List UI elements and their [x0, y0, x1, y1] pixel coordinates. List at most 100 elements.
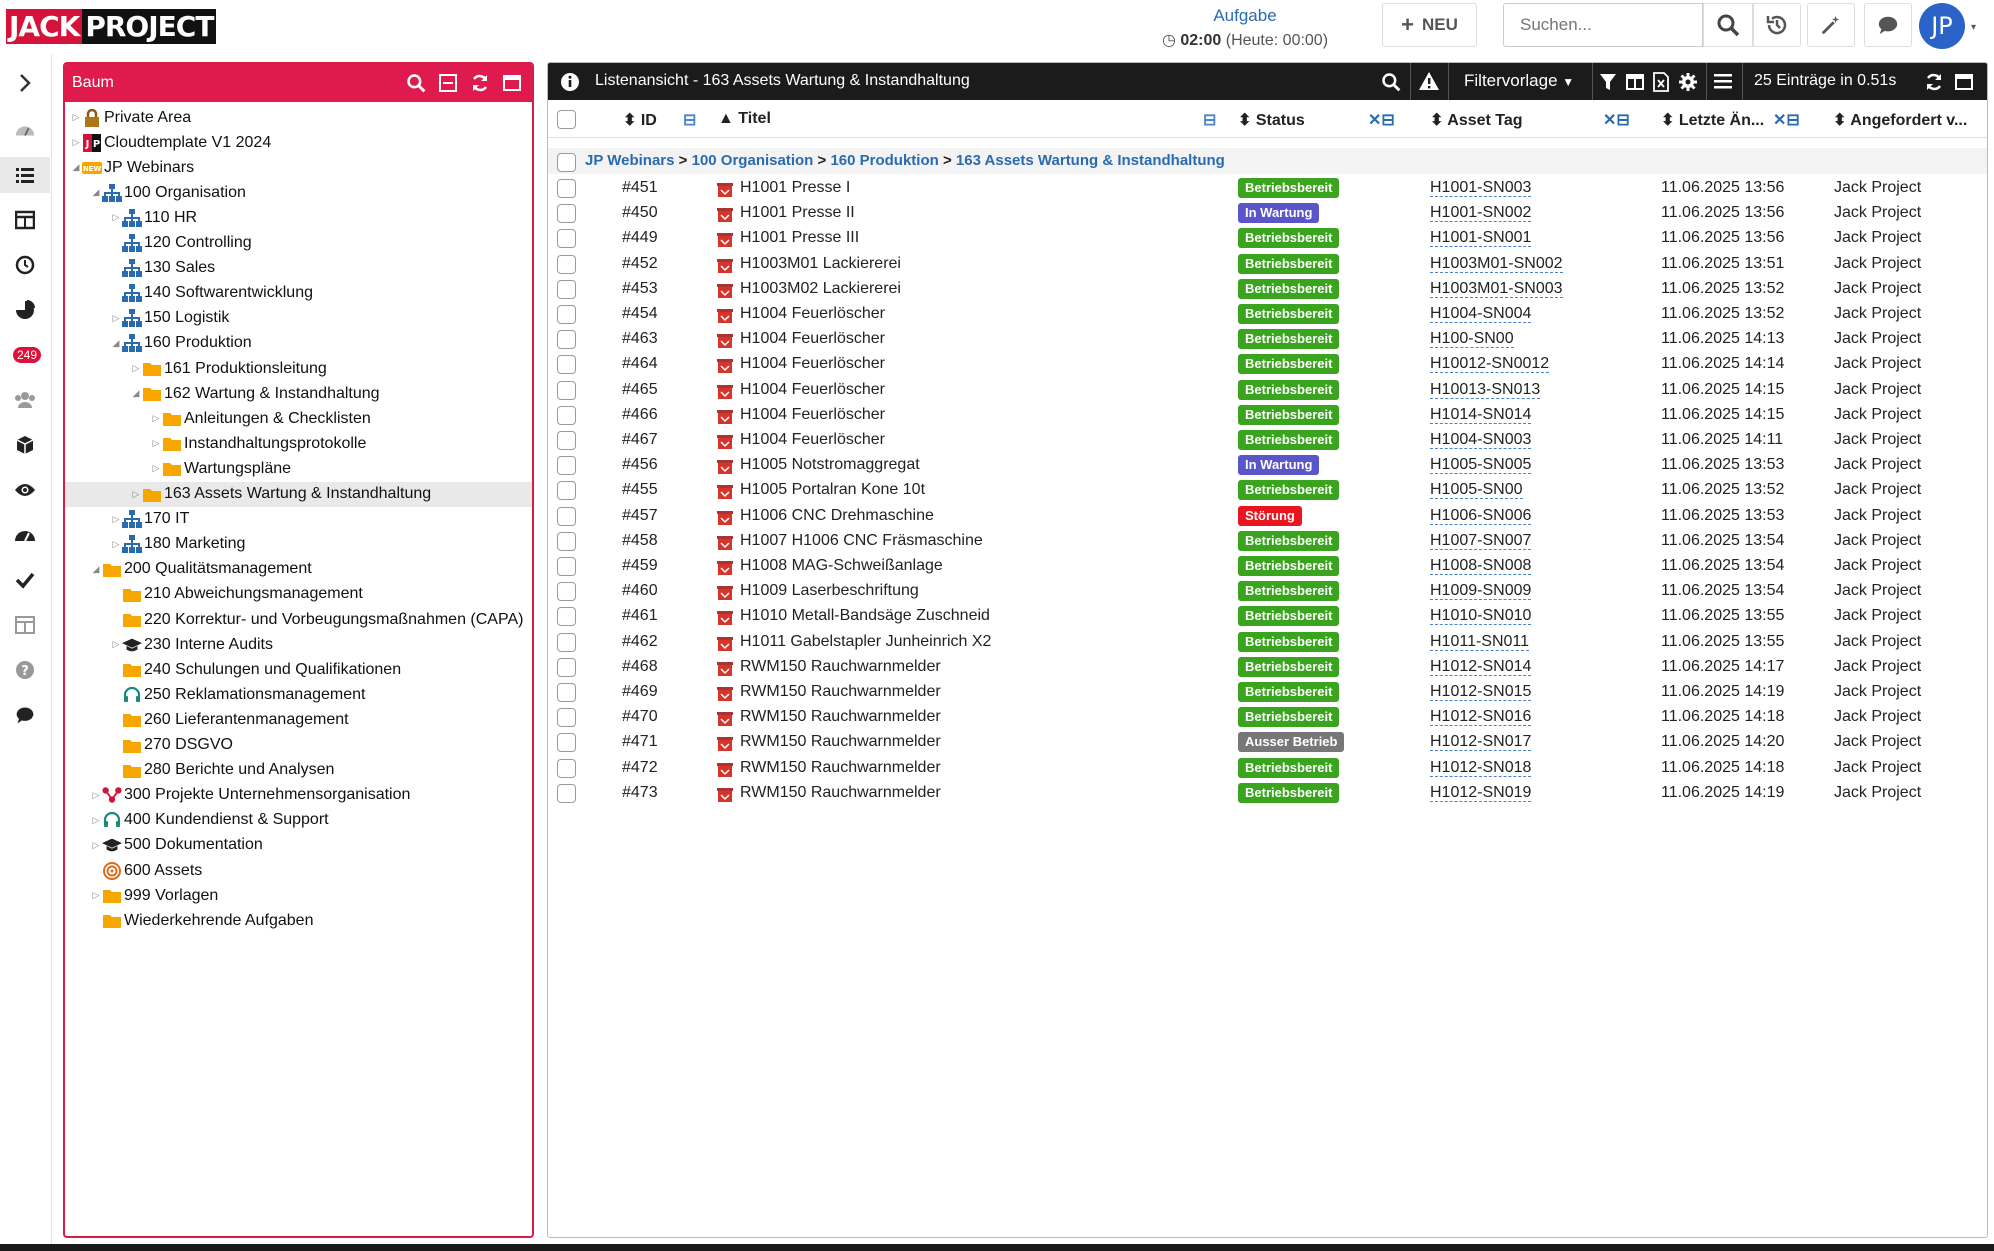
row-checkbox[interactable] [557, 305, 576, 324]
cell-title[interactable]: H1005 Notstromaggregat [740, 456, 920, 474]
sidebar-item-time[interactable] [0, 247, 50, 283]
tree-node[interactable]: 220 Korrektur- und Vorbeugungsmaßnahmen … [65, 607, 532, 632]
cell-asset-tag[interactable]: H1014-SN014 [1430, 406, 1532, 424]
cell-asset-tag[interactable]: H1012-SN015 [1430, 683, 1532, 701]
cell-title[interactable]: H1010 Metall-Bandsäge Zuschneid [740, 607, 990, 625]
row-checkbox[interactable] [557, 582, 576, 602]
status-badge[interactable]: Betriebsbereit [1238, 304, 1340, 324]
tree-node[interactable]: ▷ 400 Kundendienst & Support [65, 808, 532, 833]
status-badge[interactable]: Betriebsbereit [1238, 404, 1340, 425]
cell-asset-tag[interactable]: H10012-SN0012 [1430, 355, 1550, 374]
tree-node[interactable]: ▷ Wartungspläne [65, 456, 532, 481]
row-checkbox[interactable] [557, 758, 576, 778]
task-label[interactable]: Aufgabe [1150, 6, 1340, 26]
column-tools-status[interactable]: ✕⊟ [1368, 110, 1395, 130]
tree-toggle-icon[interactable]: ▷ [110, 514, 122, 525]
column-last-changed[interactable]: ⬍ Letzte Än... [1661, 110, 1764, 130]
sidebar-item-list[interactable] [0, 157, 50, 193]
tree-toggle-icon[interactable]: ◢ [130, 388, 142, 399]
tree-toggle-icon[interactable]: ▷ [90, 840, 102, 851]
row-checkbox[interactable] [557, 632, 576, 652]
cell-asset-tag[interactable]: H1011-SN011 [1430, 633, 1530, 651]
window-icon[interactable] [502, 73, 522, 93]
tree-toggle-icon[interactable]: ▷ [70, 137, 82, 148]
table-row[interactable]: #472 RWM150 Rauchwarnmelder Betriebsbereit… [548, 756, 1987, 781]
cell-title[interactable]: RWM150 Rauchwarnmelder [740, 708, 941, 726]
search-icon[interactable] [406, 73, 426, 93]
cell-asset-tag[interactable]: H1004-SN004 [1430, 305, 1532, 323]
search-button[interactable] [1703, 3, 1753, 47]
menu-icon[interactable] [1714, 73, 1732, 89]
cell-asset-tag[interactable]: H1012-SN017 [1430, 733, 1532, 752]
refresh-icon[interactable] [1924, 72, 1944, 92]
table-row[interactable]: #459 H1008 MAG-Schweißanlage Betriebsberei… [548, 554, 1987, 579]
status-badge[interactable]: In Wartung [1238, 203, 1320, 224]
tree-node[interactable]: ▷ 161 Produktionsleitung [65, 356, 532, 381]
cell-asset-tag[interactable]: H1008-SN008 [1430, 557, 1532, 575]
row-checkbox[interactable] [557, 229, 576, 249]
row-checkbox[interactable] [557, 330, 576, 350]
cell-title[interactable]: H1008 MAG-Schweißanlage [740, 557, 943, 575]
row-checkbox[interactable] [557, 204, 576, 224]
group-checkbox[interactable] [557, 153, 576, 172]
sidebar-item-chat[interactable] [0, 697, 50, 733]
magic-wand-button[interactable] [1807, 3, 1855, 47]
cell-asset-tag[interactable]: H1001-SN001 [1430, 229, 1532, 248]
sidebar-item-dashboard[interactable] [0, 112, 50, 148]
table-row[interactable]: #471 RWM150 Rauchwarnmelder Ausser Betrieb… [548, 730, 1987, 755]
tree-node[interactable]: ▷ Private Area [65, 105, 532, 130]
tree-node[interactable]: 280 Berichte und Analysen [65, 758, 532, 783]
column-tools-changed[interactable]: ✕⊟ [1773, 110, 1800, 130]
tree-node[interactable]: ▷ 163 Assets Wartung & Instandhaltung [65, 481, 532, 507]
tree-toggle-icon[interactable]: ▷ [130, 489, 142, 500]
status-badge[interactable]: Betriebsbereit [1238, 631, 1340, 652]
row-checkbox[interactable] [557, 557, 576, 576]
collapse-all-icon[interactable] [438, 73, 458, 93]
task-timer[interactable]: Aufgabe ◷ 02:00 (Heute: 00:00) [1150, 6, 1340, 50]
cell-asset-tag[interactable]: H1012-SN019 [1430, 784, 1532, 802]
tree-node[interactable]: ◢ NEW JP Webinars [65, 155, 532, 180]
status-badge[interactable]: Betriebsbereit [1238, 329, 1340, 350]
tree-toggle-icon[interactable]: ▷ [150, 463, 162, 474]
chat-button[interactable] [1864, 3, 1912, 47]
cell-title[interactable]: H1004 Feuerlöscher [740, 355, 885, 373]
status-badge[interactable]: Betriebsbereit [1238, 379, 1340, 400]
cell-title[interactable]: H1003M01 Lackiererei [740, 255, 901, 273]
gear-icon[interactable] [1678, 72, 1698, 92]
excel-icon[interactable] [1653, 72, 1669, 92]
tree-toggle-icon[interactable]: ▷ [90, 890, 102, 901]
table-row[interactable]: #460 H1009 Laserbeschriftung Betriebsberei… [548, 579, 1987, 604]
cell-asset-tag[interactable]: H1003M01-SN003 [1430, 280, 1563, 298]
tree-node[interactable]: 260 Lieferantenmanagement [65, 707, 532, 732]
sidebar-item-watch[interactable] [0, 472, 50, 508]
breadcrumb-item[interactable]: 160 Produktion [830, 152, 938, 169]
cell-title[interactable]: RWM150 Rauchwarnmelder [740, 759, 941, 777]
row-checkbox[interactable] [557, 380, 576, 400]
cell-title[interactable]: H1004 Feuerlöscher [740, 305, 885, 323]
cell-title[interactable]: H1001 Presse III [740, 229, 859, 247]
tree-node[interactable]: 140 Softwarentwicklung [65, 281, 532, 306]
table-row[interactable]: #473 RWM150 Rauchwarnmelder Betriebsbereit… [548, 781, 1987, 806]
cell-title[interactable]: RWM150 Rauchwarnmelder [740, 683, 941, 701]
tree-node[interactable]: Wiederkehrende Aufgaben [65, 908, 532, 933]
row-checkbox[interactable] [557, 431, 576, 450]
status-badge[interactable]: Betriebsbereit [1238, 581, 1340, 602]
search-input[interactable] [1503, 3, 1703, 47]
row-checkbox[interactable] [557, 456, 576, 476]
tree-toggle-icon[interactable]: ▷ [110, 212, 122, 223]
row-checkbox[interactable] [557, 179, 576, 198]
breadcrumb-item[interactable]: 100 Organisation [692, 152, 814, 169]
warning-icon[interactable] [1418, 71, 1440, 91]
tree-toggle-icon[interactable]: ▷ [110, 313, 122, 324]
table-row[interactable]: #452 H1003M01 Lackiererei Betriebsbereit H1… [548, 252, 1987, 277]
status-badge[interactable]: Betriebsbereit [1238, 430, 1340, 450]
cell-title[interactable]: H1001 Presse II [740, 204, 855, 222]
cell-asset-tag[interactable]: H1003M01-SN002 [1430, 255, 1563, 273]
cell-title[interactable]: H1004 Feuerlöscher [740, 381, 885, 399]
cell-title[interactable]: H1004 Feuerlöscher [740, 330, 885, 348]
status-badge[interactable]: Betriebsbereit [1238, 278, 1340, 299]
tree-toggle-icon[interactable]: ◢ [90, 564, 102, 575]
table-row[interactable]: #454 H1004 Feuerlöscher Betriebsbereit H100… [548, 302, 1987, 327]
tree-node[interactable]: 600 Assets [65, 858, 532, 883]
tree-toggle-icon[interactable]: ▷ [70, 112, 82, 123]
